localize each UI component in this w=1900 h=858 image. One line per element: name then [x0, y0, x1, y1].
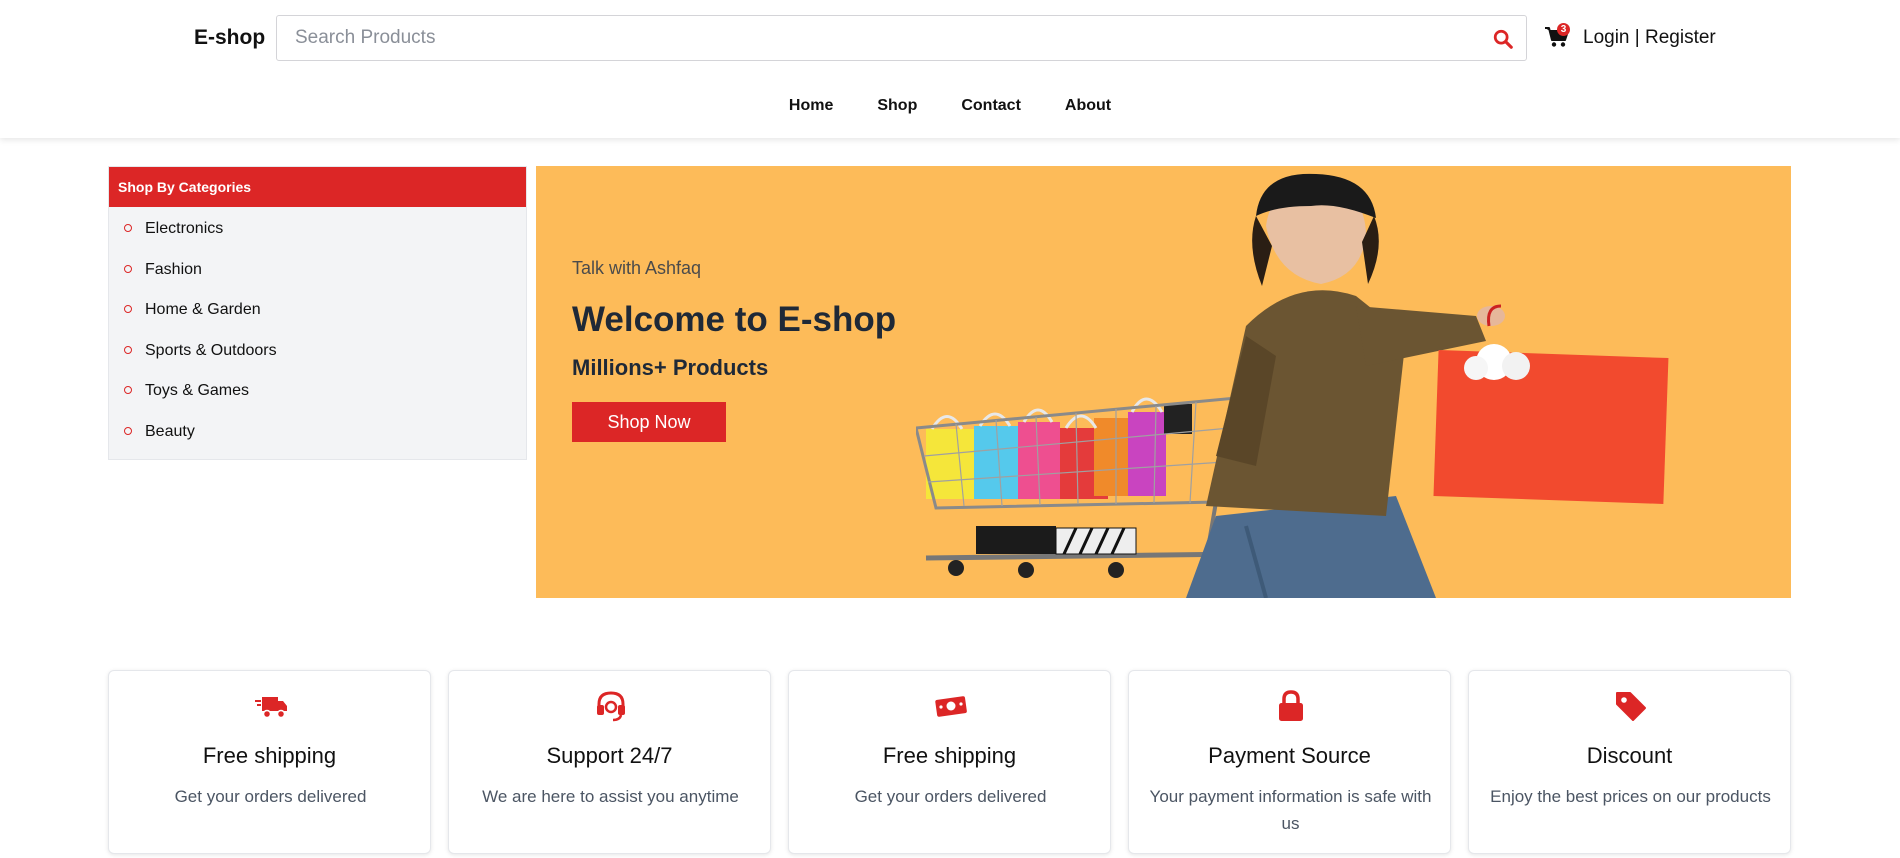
tag-icon — [1616, 692, 1646, 721]
category-label: Electronics — [145, 220, 224, 237]
feature-text: Get your orders delivered — [174, 787, 367, 806]
hero-kicker: Talk with Ashfaq — [572, 258, 702, 278]
hero-subtitle: Millions+ Products — [572, 355, 769, 380]
bullet-icon — [124, 264, 132, 273]
nav-contact[interactable]: Contact — [961, 97, 1021, 115]
nav-home[interactable]: Home — [789, 97, 833, 115]
bullet-icon — [124, 345, 132, 354]
category-label: Toys & Games — [145, 382, 250, 400]
category-item-toys-games[interactable]: Toys & Games — [109, 381, 526, 422]
bullet-icon — [124, 305, 132, 314]
feature-card-free-shipping: Free shipping Get your orders delivered — [108, 670, 431, 854]
truck-icon — [255, 697, 287, 719]
feature-text: Enjoy the best prices on our products — [1490, 787, 1771, 806]
category-item-sports-outdoors[interactable]: Sports & Outdoors — [109, 341, 526, 382]
category-item-beauty[interactable]: Beauty — [109, 422, 526, 463]
auth-separator: | — [1629, 27, 1645, 48]
shopping-cart-illustration — [916, 392, 1247, 578]
search-input[interactable] — [277, 16, 1467, 60]
feature-card-payment-source: Payment Source Your payment information … — [1128, 670, 1451, 854]
feature-card-free-shipping-2: Free shipping Get your orders delivered — [788, 670, 1111, 854]
feature-text: Get your orders delivered — [854, 787, 1047, 806]
site-logo[interactable]: E-shop — [194, 26, 265, 50]
bullet-icon — [124, 224, 132, 232]
feature-title: Free shipping — [202, 743, 337, 768]
hero-banner: Talk with Ashfaq Welcome to E-shop Milli… — [536, 166, 1791, 598]
money-icon — [935, 696, 967, 717]
category-sidebar: Shop By Categories Electronics Fashion H… — [108, 166, 527, 460]
nav-shop[interactable]: Shop — [877, 97, 917, 115]
feature-text: Your payment information is safe with us — [1149, 787, 1432, 833]
category-item-home-garden[interactable]: Home & Garden — [109, 300, 526, 341]
headset-icon — [597, 691, 625, 722]
main-nav: Home Shop Contact About — [0, 97, 1900, 115]
search-bar — [276, 15, 1527, 61]
feature-title: Payment Source — [1208, 743, 1371, 768]
category-label: Fashion — [145, 260, 202, 278]
cart-count-badge: 3 — [1557, 23, 1570, 36]
nav-about[interactable]: About — [1065, 97, 1111, 115]
hero-image — [916, 173, 1669, 598]
category-list: Electronics Fashion Home & Garden Sports… — [109, 207, 526, 463]
login-link[interactable]: Login — [1583, 27, 1630, 48]
search-icon[interactable] — [1492, 28, 1514, 50]
category-item-electronics[interactable]: Electronics — [109, 219, 526, 260]
person-illustration — [1186, 173, 1669, 598]
category-sidebar-title: Shop By Categories — [109, 167, 526, 207]
auth-links: Login | Register — [1583, 27, 1716, 49]
bullet-icon — [124, 386, 132, 395]
category-item-fashion[interactable]: Fashion — [109, 260, 526, 301]
feature-card-support: Support 24/7 We are here to assist you a… — [448, 670, 771, 854]
feature-card-discount: Discount Enjoy the best prices on our pr… — [1468, 670, 1791, 854]
category-label: Home & Garden — [145, 301, 261, 319]
cart-button[interactable]: 3 — [1544, 23, 1574, 50]
bullet-icon — [124, 426, 132, 435]
feature-title: Discount — [1586, 743, 1673, 768]
feature-text: We are here to assist you anytime — [482, 787, 739, 806]
register-link[interactable]: Register — [1645, 27, 1716, 48]
category-label: Sports & Outdoors — [145, 341, 277, 359]
feature-title: Free shipping — [882, 743, 1017, 768]
lock-icon — [1279, 690, 1303, 721]
shop-now-button[interactable]: Shop Now — [572, 402, 726, 442]
category-label: Beauty — [145, 422, 195, 440]
feature-title: Support 24/7 — [546, 743, 673, 768]
hero-title: Welcome to E-shop — [572, 300, 897, 339]
site-header: E-shop 3 Login | Register Home Shop Cont… — [0, 0, 1900, 138]
